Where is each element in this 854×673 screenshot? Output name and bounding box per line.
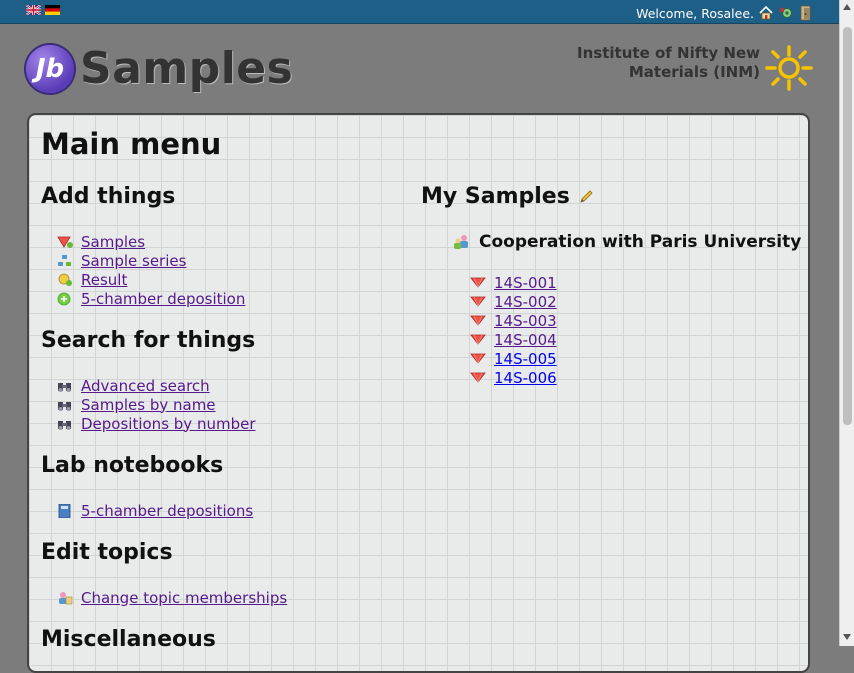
notebook-icon [58,503,71,518]
topic-header: Cooperation with Paris University [453,232,801,252]
search-things-list: Advanced search Samples by name Depositi… [57,376,256,433]
add-things-list: Samples Sample series Result 5-chamber d… [57,232,245,308]
german-flag-icon[interactable] [45,5,60,15]
binoculars-icon [58,420,71,430]
sample-link[interactable]: 14S-004 [494,331,557,349]
result-add-icon [58,273,72,286]
welcome-text: Welcome, Rosalee. [636,5,754,21]
list-item: Samples [57,232,245,251]
samples-by-name-link[interactable]: Samples by name [81,396,216,414]
pencil-edit-icon[interactable] [578,189,594,205]
institute-line-1: Institute of Nifty New [577,44,760,62]
add-samples-link[interactable]: Samples [81,233,145,251]
list-item: Depositions by number [57,414,256,433]
main-panel: Main menu Add things Samples Sample seri… [27,113,810,673]
sample-link[interactable]: 14S-001 [494,274,557,292]
add-sample-series-link[interactable]: Sample series [81,252,186,270]
sample-gem-icon [470,334,486,345]
list-item: 14S-004 [470,330,557,349]
app-logo[interactable]: Jb Samples [26,43,293,94]
binoculars-icon [58,401,71,411]
sample-link[interactable]: 14S-006 [494,369,557,387]
advanced-search-link[interactable]: Advanced search [81,377,210,395]
list-item: Result [57,270,245,289]
settings-icon[interactable] [778,5,794,21]
my-samples-title: My Samples [421,184,570,209]
add-result-link[interactable]: Result [81,271,127,289]
list-item: 5-chamber depositions [57,501,253,520]
page-title: Main menu [41,127,222,161]
deposition-add-icon [57,292,71,305]
top-bar: Welcome, Rosalee. [0,0,839,24]
sample-link[interactable]: 14S-003 [494,312,557,330]
english-flag-icon[interactable] [26,5,41,15]
lab-notebooks-list: 5-chamber depositions [57,501,253,520]
sample-gem-icon [470,315,486,326]
edit-topics-heading: Edit topics [41,540,173,565]
sample-gem-icon [470,296,486,307]
series-add-icon [58,254,71,266]
topic-group-icon [454,235,468,249]
sample-gem-icon [470,372,486,383]
add-deposition-link[interactable]: 5-chamber deposition [81,290,245,308]
chamber-depositions-notebook-link[interactable]: 5-chamber depositions [81,502,253,520]
edit-topics-list: Change topic memberships [57,588,287,607]
list-item: Sample series [57,251,245,270]
logout-icon[interactable] [798,5,814,21]
institute-name: Institute of Nifty New Materials (INM) [577,44,760,82]
institute-sun-icon [765,45,813,91]
list-item: 14S-005 [470,349,557,368]
miscellaneous-heading: Miscellaneous [41,627,216,652]
list-item: Advanced search [57,376,256,395]
list-item: 14S-006 [470,368,557,387]
list-item: 14S-002 [470,292,557,311]
topic-name: Cooperation with Paris University [479,232,802,252]
logo-badge: Jb [26,44,74,93]
sample-gem-icon [470,277,486,288]
sample-link[interactable]: 14S-002 [494,293,557,311]
list-item: Samples by name [57,395,256,414]
list-item: 5-chamber deposition [57,289,245,308]
search-things-heading: Search for things [41,328,256,353]
home-icon[interactable] [758,5,774,21]
add-things-heading: Add things [41,184,176,209]
list-item: Change topic memberships [57,588,287,607]
change-topic-memberships-link[interactable]: Change topic memberships [81,589,287,607]
scrollbar-thumb[interactable] [843,27,852,425]
vertical-scrollbar[interactable] [839,0,854,646]
logo-text: Samples [80,43,294,94]
scroll-down-arrow-icon[interactable] [843,634,851,640]
my-samples-list: 14S-001 14S-002 14S-003 14S-004 14S-005 … [470,273,557,387]
depositions-by-number-link[interactable]: Depositions by number [81,415,256,433]
list-item: 14S-003 [470,311,557,330]
lab-notebooks-heading: Lab notebooks [41,453,224,478]
scroll-up-arrow-icon[interactable] [843,4,851,10]
sample-link[interactable]: 14S-005 [494,350,557,368]
list-item: 14S-001 [470,273,557,292]
topic-icon [59,591,73,604]
language-flags [26,5,60,15]
sample-add-icon [57,236,73,248]
binoculars-icon [58,382,71,392]
my-samples-heading: My Samples [421,184,594,209]
welcome-area: Welcome, Rosalee. [636,5,814,21]
sample-gem-icon [470,353,486,364]
institute-line-2: Materials (INM) [628,63,760,81]
